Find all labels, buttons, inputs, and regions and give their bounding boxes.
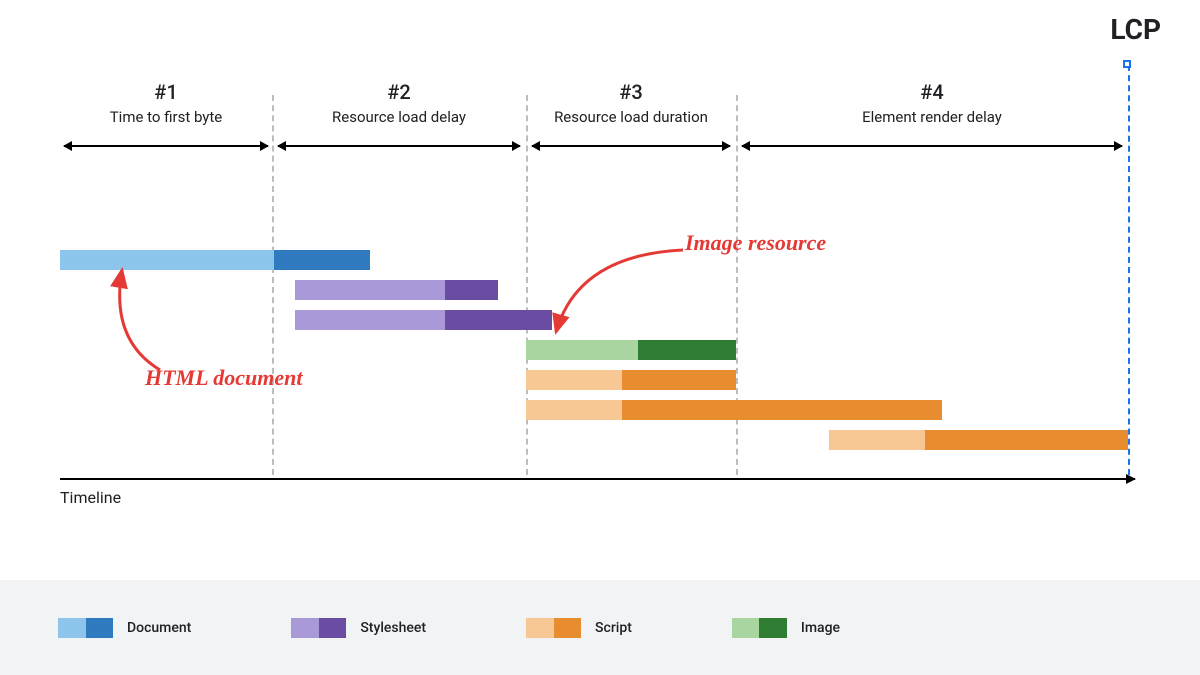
- phase-bracket-arrow-icon: [532, 145, 730, 147]
- bar-segment-light: [526, 400, 622, 420]
- annotation-html: HTML document: [145, 365, 302, 391]
- annotation-image: Image resource: [685, 230, 826, 256]
- bar-segment-light: [295, 310, 445, 330]
- phase-bracket-arrow-icon: [278, 145, 520, 147]
- phase-name: Element render delay: [736, 108, 1128, 126]
- bar-script: [526, 400, 942, 420]
- phase-header-2: #2 Resource load delay: [272, 80, 526, 126]
- phase-name: Resource load delay: [272, 108, 526, 126]
- phase-name: Time to first byte: [60, 108, 272, 126]
- bar-segment-dark: [622, 370, 736, 390]
- legend-label: Image: [801, 620, 840, 636]
- phase-header-3: #3 Resource load duration: [526, 80, 736, 126]
- legend-swatch-icon: [58, 618, 113, 638]
- lcp-marker-icon: [1123, 60, 1131, 68]
- chart-area: LCP #1 Time to first byte #2 Resource lo…: [60, 55, 1135, 525]
- phase-bracket-arrow-icon: [742, 145, 1122, 147]
- bar-script: [526, 370, 736, 390]
- bar-stylesheet: [295, 280, 498, 300]
- phase-name: Resource load duration: [526, 108, 736, 126]
- legend-label: Script: [595, 620, 632, 636]
- annotation-arrow-icon: [538, 240, 698, 350]
- phase-header-4: #4 Element render delay: [736, 80, 1128, 126]
- bar-stylesheet: [295, 310, 552, 330]
- bar-segment-dark: [925, 430, 1128, 450]
- legend-item-stylesheet: Stylesheet: [291, 618, 426, 638]
- phase-num: #2: [272, 80, 526, 104]
- lcp-label: LCP: [1110, 13, 1161, 46]
- legend-item-image: Image: [732, 618, 840, 638]
- timeline-axis: [60, 478, 1135, 480]
- phase-bracket-arrow-icon: [64, 145, 268, 147]
- lcp-line: [1128, 65, 1130, 475]
- phase-header-1: #1 Time to first byte: [60, 80, 272, 126]
- annotation-arrow-icon: [100, 260, 220, 380]
- phase-num: #3: [526, 80, 736, 104]
- phase-num: #1: [60, 80, 272, 104]
- legend: Document Stylesheet Script Image: [0, 580, 1200, 675]
- legend-swatch-icon: [732, 618, 787, 638]
- bar-segment-light: [526, 370, 622, 390]
- bar-segment-dark: [622, 400, 942, 420]
- legend-swatch-icon: [526, 618, 581, 638]
- legend-label: Document: [127, 620, 191, 636]
- bar-segment-light: [829, 430, 925, 450]
- phase-num: #4: [736, 80, 1128, 104]
- legend-item-document: Document: [58, 618, 191, 638]
- bar-segment-dark: [445, 310, 552, 330]
- phase-divider: [272, 95, 274, 475]
- bar-segment-dark: [274, 250, 370, 270]
- axis-label: Timeline: [60, 488, 121, 507]
- bar-segment-light: [295, 280, 445, 300]
- bar-script: [829, 430, 1128, 450]
- bar-segment-dark: [445, 280, 498, 300]
- legend-item-script: Script: [526, 618, 632, 638]
- legend-label: Stylesheet: [360, 620, 426, 636]
- legend-swatch-icon: [291, 618, 346, 638]
